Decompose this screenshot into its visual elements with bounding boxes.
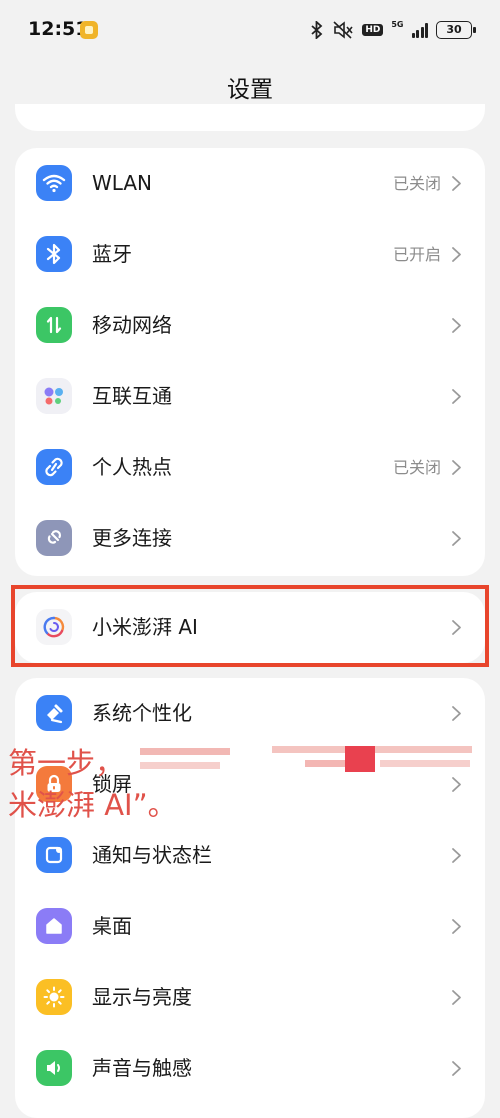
settings-item-label: 互联互通 [92,384,172,408]
settings-item-bluetooth[interactable]: 蓝牙 已开启 [15,219,485,290]
chevron-right-icon [452,389,461,404]
settings-item-value: 已关闭 [392,174,441,193]
chevron-right-icon [452,247,461,262]
settings-item-wlan[interactable]: WLAN 已关闭 [15,148,485,219]
chevron-right-icon [452,531,461,546]
network-type: 5G [391,20,404,29]
settings-item-label: 通知与状态栏 [92,843,212,867]
notification-icon [36,837,72,873]
settings-item-label: 桌面 [92,914,132,938]
page-title: 设置 [227,77,273,103]
settings-item-more-connections[interactable]: 更多连接 [15,503,485,574]
signal-icon [411,22,428,38]
mute-icon [333,21,353,39]
settings-item-label: WLAN [92,171,153,195]
home-icon [36,908,72,944]
settings-item-label: 更多连接 [92,526,172,550]
chevron-right-icon [452,848,461,863]
notes-app-icon [80,21,98,39]
settings-item-personalization[interactable]: 系统个性化 [15,678,485,749]
status-bar: 12:51 HD 5G 30 [0,0,500,60]
settings-item-label: 显示与亮度 [92,985,192,1009]
settings-item-mobile-network[interactable]: 移动网络 [15,290,485,361]
settings-item-label: 声音与触感 [92,1056,192,1080]
connectivity-card: WLAN 已关闭 蓝牙 已开启 移动网络 互联互通 个人热点 已关闭 更多连接 [15,148,485,576]
settings-item-label: 系统个性化 [92,701,192,725]
brightness-icon [36,979,72,1015]
settings-item-hotspot[interactable]: 个人热点 已关闭 [15,432,485,503]
settings-item-sound[interactable]: 声音与触感 [15,1033,485,1104]
highlight-annotation-box [11,585,489,667]
personalization-icon [36,695,72,731]
account-card-partial[interactable] [15,104,485,131]
settings-item-label: 移动网络 [92,313,172,337]
sound-icon [36,1050,72,1086]
mobile-network-icon [36,307,72,343]
link-icon [36,520,72,556]
interconnect-icon [36,378,72,414]
wifi-icon [36,165,72,201]
annotation-line-2: 米澎湃 AI”。 [8,788,177,822]
settings-item-display[interactable]: 显示与亮度 [15,962,485,1033]
settings-item-interconnect[interactable]: 互联互通 [15,361,485,432]
chevron-right-icon [452,990,461,1005]
bluetooth-icon [36,236,72,272]
chevron-right-icon [452,919,461,934]
battery-indicator: 30 [436,21,476,39]
chevron-right-icon [452,460,461,475]
chevron-right-icon [452,318,461,333]
settings-item-label: 个人热点 [92,455,172,479]
hd-badge: HD [362,24,384,36]
chevron-right-icon [452,706,461,721]
settings-item-home-screen[interactable]: 桌面 [15,891,485,962]
chevron-right-icon [452,777,461,792]
bluetooth-status-icon [311,21,323,39]
chevron-right-icon [452,176,461,191]
settings-item-notifications[interactable]: 通知与状态栏 [15,820,485,891]
settings-item-value: 已开启 [392,245,441,264]
settings-item-value: 已关闭 [392,458,441,477]
chevron-right-icon [452,1061,461,1076]
status-icons: HD 5G 30 [310,18,476,42]
hotspot-icon [36,449,72,485]
settings-item-label: 蓝牙 [92,242,132,266]
